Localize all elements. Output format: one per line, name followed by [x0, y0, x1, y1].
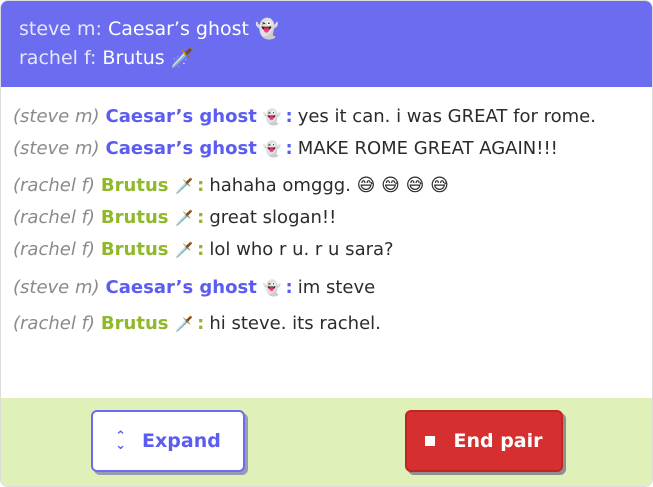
header-rachel-name: Brutus [102, 47, 165, 69]
message-text: MAKE ROME GREAT AGAIN!!! [297, 138, 558, 159]
message-sender-name: Brutus [100, 175, 169, 196]
ghost-icon: 👻 [255, 18, 279, 40]
message-sender-name: Caesar’s ghost [105, 277, 257, 298]
message-row: (steve m) Caesar’s ghost 👻: im steve [13, 276, 375, 300]
message-text: im steve [297, 277, 376, 298]
message-colon: : [285, 138, 293, 159]
message-text: great slogan!! [209, 207, 337, 228]
message-row: (rachel f) Brutus 🗡️: great slogan!! [13, 206, 336, 230]
chat-window: steve m: Caesar’s ghost 👻 rachel f: Brut… [0, 0, 653, 487]
message-row: (rachel f) Brutus 🗡️: hi steve. its rachel. [13, 312, 381, 336]
header-line-steve: steve m: Caesar’s ghost 👻 [19, 15, 634, 44]
message-sender-tag: (rachel f) [13, 207, 95, 228]
message-sender-tag: (steve m) [13, 277, 100, 298]
message-colon: : [197, 175, 205, 196]
message-colon: : [197, 313, 205, 334]
end-pair-label: End pair [453, 430, 543, 452]
message-sender-tag: (rachel f) [13, 175, 95, 196]
message-colon: : [285, 277, 293, 298]
message-row: (steve m) Caesar’s ghost 👻: yes it can. i w… [13, 105, 596, 129]
dagger-icon: 🗡️ [174, 177, 194, 195]
header-steve-name: Caesar’s ghost [107, 18, 249, 40]
stop-square-icon [425, 436, 436, 446]
expand-label: Expand [142, 430, 221, 452]
header-line-rachel: rachel f: Brutus 🗡️ [19, 44, 634, 73]
message-colon: : [197, 207, 205, 228]
chevron-up-down-icon: ⌃ ⌄ [115, 429, 127, 453]
message-sender-tag: (steve m) [13, 106, 100, 127]
expand-button[interactable]: ⌃ ⌄ Expand [91, 410, 245, 472]
dagger-icon: 🗡️ [170, 47, 195, 69]
message-sender-name: Brutus [100, 313, 169, 334]
message-colon: : [285, 106, 293, 127]
message-sender-name: Caesar’s ghost [105, 106, 257, 127]
message-sender-tag: (rachel f) [13, 239, 95, 260]
message-row: (steve m) Caesar’s ghost 👻: MAKE ROME GREAT… [13, 137, 558, 161]
message-row: (rachel f) Brutus 🗡️: lol who r u. r u sara… [13, 238, 394, 262]
message-sender-name: Caesar’s ghost [105, 138, 257, 159]
action-bar: ⌃ ⌄ Expand End pair [1, 398, 652, 486]
message-sender-tag: (steve m) [13, 138, 100, 159]
message-text: yes it can. i was GREAT for rome. [297, 106, 596, 127]
dagger-icon: 🗡️ [174, 241, 194, 259]
message-sender-tag: (rachel f) [13, 313, 95, 334]
message-text: lol who r u. r u sara? [209, 239, 394, 260]
message-sender-name: Brutus [100, 239, 169, 260]
message-sender-name: Brutus [100, 207, 169, 228]
pair-header: steve m: Caesar’s ghost 👻 rachel f: Brut… [1, 1, 652, 87]
message-text: hahaha omggg. 😅 😅 😅 😅 [209, 175, 449, 196]
end-pair-button[interactable]: End pair [405, 410, 563, 472]
ghost-icon: 👻 [262, 108, 282, 126]
dagger-icon: 🗡️ [174, 315, 194, 333]
message-text: hi steve. its rachel. [209, 313, 381, 334]
message-row: (rachel f) Brutus 🗡️: hahaha omggg. 😅 😅 😅 😅 [13, 174, 449, 198]
ghost-icon: 👻 [262, 279, 282, 297]
ghost-icon: 👻 [262, 140, 282, 158]
header-rachel-who: rachel f: [19, 47, 97, 69]
dagger-icon: 🗡️ [174, 209, 194, 227]
message-colon: : [197, 239, 205, 260]
header-steve-who: steve m: [19, 18, 102, 40]
